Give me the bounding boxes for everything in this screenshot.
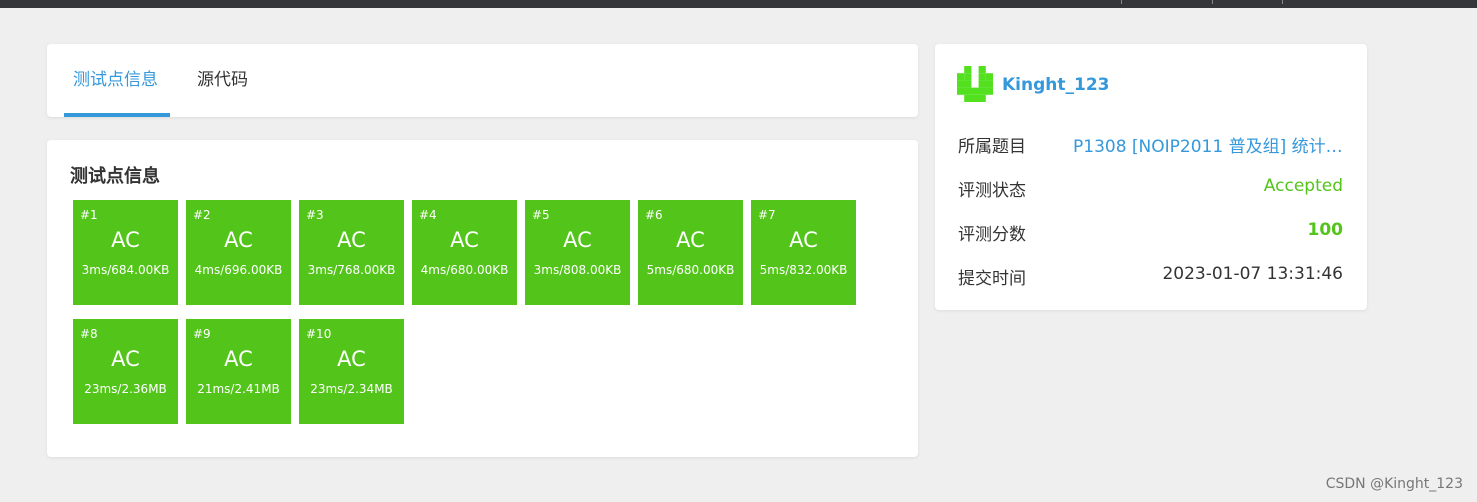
testpoint-status: AC (111, 347, 140, 371)
status-label: 评测状态 (958, 181, 1026, 201)
testpoint-info: 23ms/2.34MB (310, 382, 393, 396)
problem-label: 所属题目 (958, 137, 1026, 157)
testpoint-number: #1 (80, 208, 98, 222)
tabs-card: 测试点信息 源代码 (47, 44, 918, 117)
active-tab-indicator (64, 113, 170, 117)
testpoints-card: 测试点信息 #1 AC 3ms/684.00KB #2 AC 4ms/696.00KB #3… (47, 140, 918, 457)
testpoint-status: AC (224, 228, 253, 252)
testpoint-cell[interactable]: #3 AC 3ms/768.00KB (299, 200, 404, 305)
testpoint-status: AC (676, 228, 705, 252)
testpoint-number: #9 (193, 327, 211, 341)
status-row: 评测状态 Accepted (958, 176, 1343, 204)
tab-source-code[interactable]: 源代码 (195, 44, 250, 117)
tab-testpoints[interactable]: 测试点信息 (71, 44, 160, 117)
testpoint-info: 21ms/2.41MB (197, 382, 280, 396)
testpoint-number: #3 (306, 208, 324, 222)
testpoint-number: #2 (193, 208, 211, 222)
score-label: 评测分数 (958, 225, 1026, 245)
record-info-card: Kinght_123 所属题目 P1308 [NOIP2011 普及组] 统计单… (935, 44, 1367, 310)
testpoint-status: AC (450, 228, 479, 252)
testpoint-cell[interactable]: #8 AC 23ms/2.36MB (73, 319, 178, 424)
testpoint-status: AC (224, 347, 253, 371)
testpoint-number: #6 (645, 208, 663, 222)
testpoint-info: 3ms/684.00KB (81, 263, 170, 277)
testpoint-number: #8 (80, 327, 98, 341)
testpoint-cell[interactable]: #2 AC 4ms/696.00KB (186, 200, 291, 305)
testpoint-info: 4ms/680.00KB (420, 263, 509, 277)
status-value: Accepted (1263, 176, 1343, 196)
testpoint-number: #10 (306, 327, 332, 341)
testpoint-status: AC (111, 228, 140, 252)
testpoint-status: AC (337, 347, 366, 371)
submit-time-label: 提交时间 (958, 269, 1026, 289)
testpoint-info: 3ms/768.00KB (307, 263, 396, 277)
problem-link[interactable]: P1308 [NOIP2011 普及组] 统计单词数 (1073, 132, 1343, 157)
testpoint-cell[interactable]: #4 AC 4ms/680.00KB (412, 200, 517, 305)
testpoint-status: AC (563, 228, 592, 252)
testpoint-info: 4ms/696.00KB (194, 263, 283, 277)
testpoint-number: #7 (758, 208, 776, 222)
submit-time-value: 2023-01-07 13:31:46 (1162, 264, 1343, 284)
score-row: 评测分数 100 (958, 220, 1343, 248)
top-bar (0, 0, 1477, 8)
testpoint-status: AC (337, 228, 366, 252)
testpoint-cell[interactable]: #10 AC 23ms/2.34MB (299, 319, 404, 424)
username-link[interactable]: Kinght_123 (1002, 75, 1110, 95)
testpoint-grid: #1 AC 3ms/684.00KB #2 AC 4ms/696.00KB #3 AC 3ms/… (73, 200, 856, 424)
testpoints-title: 测试点信息 (70, 166, 160, 187)
testpoint-cell[interactable]: #9 AC 21ms/2.41MB (186, 319, 291, 424)
testpoint-info: 23ms/2.36MB (84, 382, 167, 396)
testpoint-cell[interactable]: #6 AC 5ms/680.00KB (638, 200, 743, 305)
testpoint-cell[interactable]: #1 AC 3ms/684.00KB (73, 200, 178, 305)
testpoint-info: 3ms/808.00KB (533, 263, 622, 277)
testpoint-info: 5ms/832.00KB (759, 263, 848, 277)
submit-time-row: 提交时间 2023-01-07 13:31:46 (958, 264, 1343, 292)
testpoint-number: #5 (532, 208, 550, 222)
score-value: 100 (1307, 220, 1344, 240)
problem-row: 所属题目 P1308 [NOIP2011 普及组] 统计单词数 (958, 132, 1343, 160)
watermark: CSDN @Kinght_123 (1325, 476, 1463, 492)
testpoint-info: 5ms/680.00KB (646, 263, 735, 277)
testpoint-cell[interactable]: #7 AC 5ms/832.00KB (751, 200, 856, 305)
testpoint-cell[interactable]: #5 AC 3ms/808.00KB (525, 200, 630, 305)
testpoint-number: #4 (419, 208, 437, 222)
testpoint-status: AC (789, 228, 818, 252)
user-avatar-icon[interactable] (957, 66, 993, 102)
